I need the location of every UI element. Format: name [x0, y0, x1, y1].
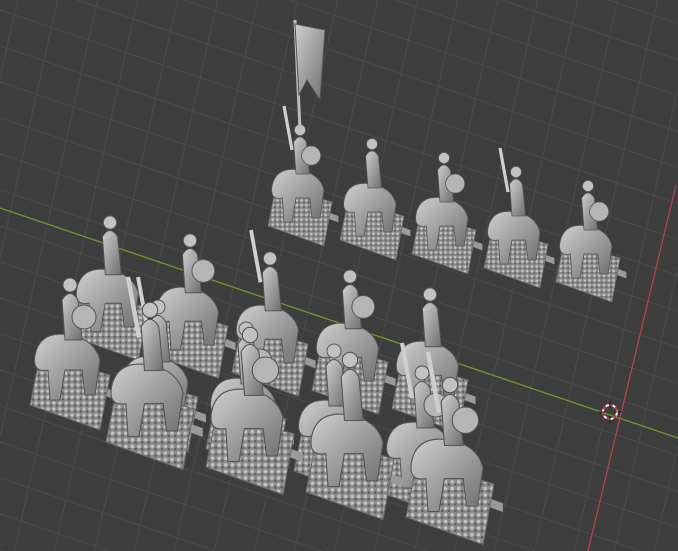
cavalry-model[interactable]: [411, 151, 483, 275]
3d-cursor-icon[interactable]: [598, 400, 622, 424]
helmet: [509, 165, 523, 178]
helmet: [441, 376, 459, 394]
shield: [191, 259, 216, 283]
cavalry-models[interactable]: [29, 19, 627, 546]
helmet: [102, 215, 118, 230]
helmet: [341, 351, 359, 369]
banner: [293, 19, 326, 131]
helmet: [62, 277, 78, 293]
shield: [589, 201, 610, 222]
helmet: [182, 233, 198, 248]
rider: [101, 230, 122, 276]
helmet: [262, 251, 278, 266]
weapon: [498, 147, 510, 193]
helmet: [437, 151, 451, 164]
rider: [365, 150, 383, 189]
grid-line: [0, 513, 110, 551]
grid-line: [608, 0, 678, 25]
shield: [451, 406, 480, 434]
grid-line: [183, 0, 678, 169]
grid-line: [289, 0, 678, 133]
grid-line: [573, 87, 678, 551]
weapon: [249, 229, 263, 283]
helmet: [342, 269, 358, 284]
cavalry-model[interactable]: [483, 147, 555, 289]
rider: [421, 302, 442, 348]
shield: [445, 173, 466, 194]
rider: [261, 266, 282, 312]
cavalry-model[interactable]: [267, 105, 339, 247]
helmet: [365, 137, 379, 150]
cavalry-model[interactable]: [339, 137, 411, 261]
helmet: [326, 343, 342, 359]
viewport-scene[interactable]: [0, 0, 678, 551]
grid-line: [0, 0, 19, 79]
helmet: [414, 365, 430, 381]
3d-viewport[interactable]: [0, 0, 678, 551]
shield: [71, 304, 97, 330]
shield: [251, 356, 280, 384]
grid-line: [0, 9, 678, 241]
rider: [509, 178, 527, 217]
helmet: [581, 179, 595, 192]
grid-line: [395, 0, 678, 97]
cavalry-model[interactable]: [555, 179, 627, 303]
shield: [351, 295, 376, 319]
grid-line: [653, 445, 678, 551]
helmet: [141, 301, 159, 319]
helmet: [241, 326, 259, 344]
shield: [301, 145, 322, 166]
grid-line: [501, 0, 678, 61]
helmet: [422, 287, 438, 302]
